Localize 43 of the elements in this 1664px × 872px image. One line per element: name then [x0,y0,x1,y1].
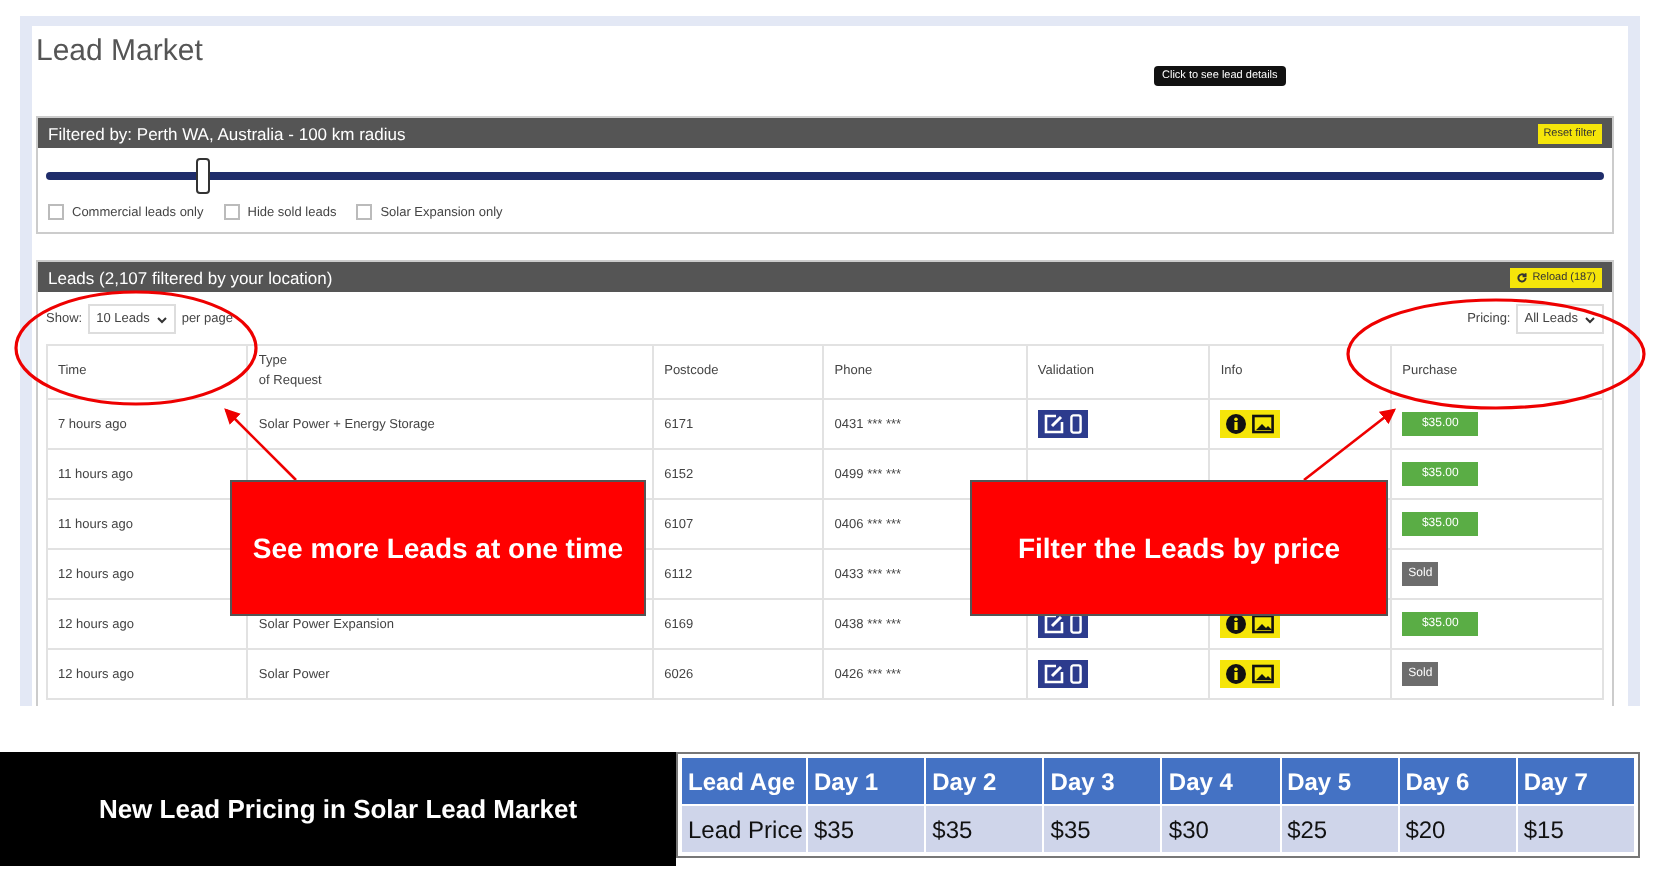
banner-title: New Lead Pricing in Solar Lead Market [98,794,578,824]
table-cell: $35 [808,806,925,852]
table-header-cell: Day 2 [926,758,1043,804]
checkbox[interactable] [356,204,373,220]
arrow [224,408,297,481]
page-title: Lead Market [36,34,203,70]
table-cell: $25 [1281,806,1398,852]
table-cell: $35 [926,806,1043,852]
caret-icon [155,315,168,323]
refresh-icon [1516,271,1529,283]
image-icon[interactable] [1252,414,1275,434]
table-header-cell: Lead Age [682,758,806,804]
edit-icon[interactable] [1043,664,1064,684]
info-icon[interactable] [1226,664,1247,684]
slider-thumb[interactable] [195,158,210,194]
filter-title: Filtered by: Perth WA, Australia - 100 km radius [48,123,406,143]
table-header-cell: Day 6 [1399,758,1516,804]
table-header-cell: Day 4 [1162,758,1280,804]
phone-icon[interactable] [1069,414,1082,434]
edit-icon[interactable] [1043,614,1064,634]
image-icon[interactable] [1252,614,1275,634]
arrow [1303,408,1397,482]
table-cell: $20 [1399,806,1516,852]
leads-title: Leads (2,107 filtered by your location) [48,267,333,287]
callout-box: See more Leads at one time [230,480,646,616]
radius-slider[interactable] [46,158,1604,194]
callout-box: Filter the Leads by price [970,480,1388,616]
table-header-cell: Day 3 [1044,758,1161,804]
caret-icon [1584,315,1596,323]
phone-icon[interactable] [1069,664,1082,684]
checkbox[interactable] [223,204,240,220]
table-cell: $15 [1517,806,1634,852]
info-icon[interactable] [1226,414,1247,434]
edit-icon[interactable] [1043,414,1064,434]
table-cell: $30 [1162,806,1280,852]
table-cell: $35 [1044,806,1161,852]
phone-icon[interactable] [1069,614,1082,634]
table-header-cell: Day 1 [808,758,925,804]
checkbox[interactable] [48,204,64,220]
table-header-cell: Day 7 [1517,758,1634,804]
image-icon[interactable] [1252,664,1275,684]
table-header-cell: Day 5 [1281,758,1398,804]
table-cell: Lead Price [682,806,806,852]
